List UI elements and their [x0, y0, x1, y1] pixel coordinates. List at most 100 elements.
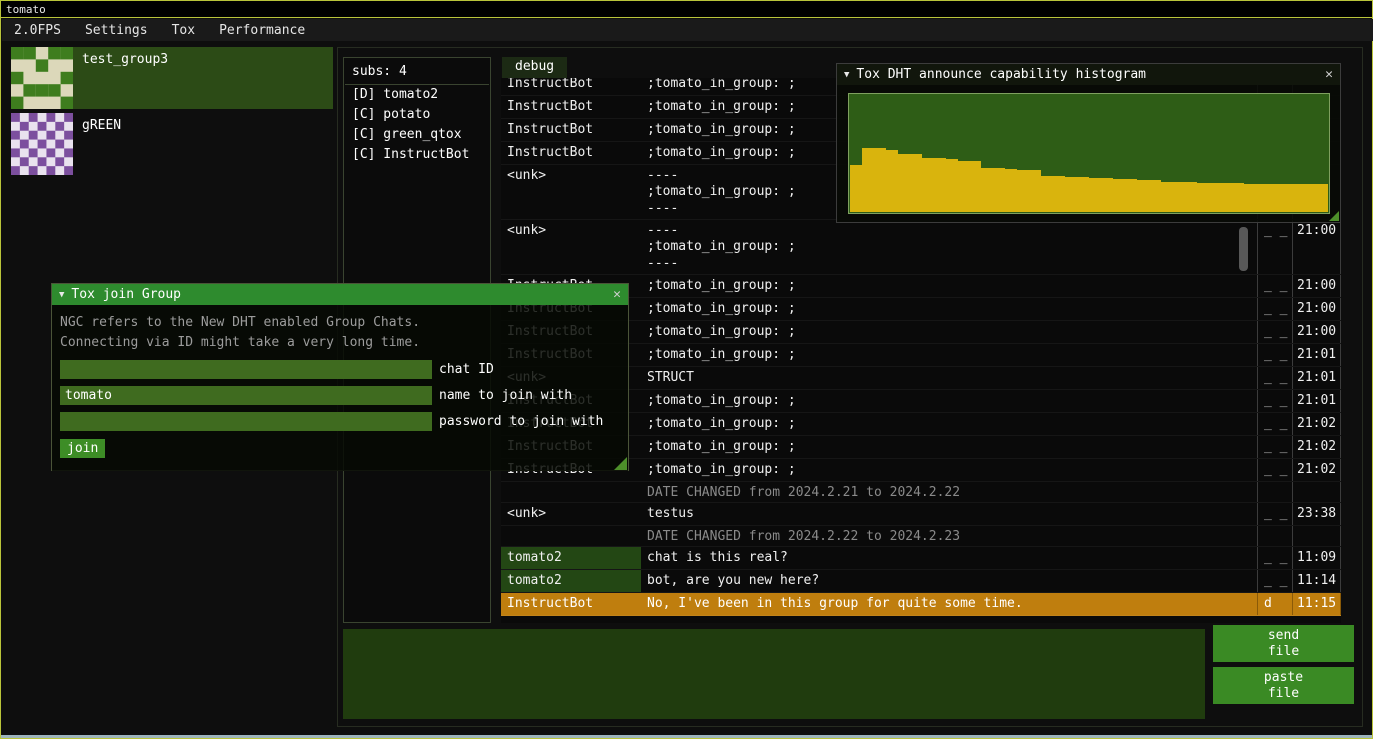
sender-name: InstructBot	[501, 142, 641, 164]
sender-name: <unk>	[501, 165, 641, 219]
message-text: ;tomato_in_group: ;	[641, 275, 1258, 297]
group-item-green[interactable]: gREEN	[11, 113, 333, 175]
resize-grip[interactable]	[614, 457, 627, 470]
sub-item-tomato2[interactable]: [D] tomato2	[344, 85, 490, 105]
message-time: 21:02	[1293, 459, 1341, 481]
histogram-bar	[934, 158, 946, 212]
histogram-bar	[981, 168, 993, 212]
histogram-bar	[1197, 183, 1209, 212]
delivery-status: d	[1258, 593, 1293, 615]
menu-item-settings[interactable]: Settings	[73, 20, 160, 41]
histogram-bar	[1256, 184, 1268, 212]
histogram-bar	[1161, 182, 1173, 212]
chat-scrollbar[interactable]	[1239, 227, 1248, 271]
sub-item-green_qtox[interactable]: [C] green_qtox	[344, 125, 490, 145]
message-text: No, I've been in this group for quite so…	[641, 593, 1258, 615]
histogram-bar	[946, 159, 958, 212]
join-help-text: NGC refers to the New DHT enabled Group …	[60, 313, 628, 333]
histogram-bar	[1173, 182, 1185, 212]
message-row[interactable]: tomato2chat is this real?_ _11:09	[501, 547, 1341, 570]
group-item-test_group3[interactable]: test_group3	[11, 47, 333, 109]
delivery-status: _ _	[1258, 220, 1293, 274]
delivery-status: _ _	[1258, 570, 1293, 592]
histogram-bar	[850, 165, 862, 212]
close-icon[interactable]: ✕	[613, 287, 621, 302]
join-window-titlebar[interactable]: ▼ Tox join Group ✕	[52, 284, 628, 305]
histogram-bar	[1149, 180, 1161, 212]
send-file-button[interactable]: send file	[1213, 625, 1354, 662]
histogram-bar	[1244, 184, 1256, 212]
message-row[interactable]: InstructBotNo, I've been in this group f…	[501, 593, 1341, 616]
menu-item-tox[interactable]: Tox	[160, 20, 207, 41]
sender-name: tomato2	[501, 547, 641, 569]
delivery-status: _ _	[1258, 459, 1293, 481]
join-name-label: name to join with	[439, 388, 572, 403]
message-time: 21:00	[1293, 298, 1341, 320]
message-time: 21:01	[1293, 367, 1341, 389]
delivery-status: _ _	[1258, 413, 1293, 435]
chat-id-input[interactable]	[60, 360, 432, 379]
join-help-text: Connecting via ID might take a very long…	[60, 333, 628, 353]
histogram-window-titlebar[interactable]: ▼ Tox DHT announce capability histogram …	[837, 64, 1340, 85]
group-name: test_group3	[82, 52, 168, 109]
app-window: tomato 2.0FPS Settings Tox Performance t…	[0, 0, 1373, 739]
join-button[interactable]: join	[60, 439, 105, 458]
histogram-bar	[1137, 180, 1149, 212]
histogram-window-body	[837, 85, 1340, 222]
histogram-bar	[1268, 184, 1280, 212]
close-icon[interactable]: ✕	[1325, 67, 1333, 82]
sub-item-potato[interactable]: [C] potato	[344, 105, 490, 125]
message-time: 21:00	[1293, 220, 1341, 274]
date-separator-row[interactable]: DATE CHANGED from 2024.2.22 to 2024.2.23	[501, 526, 1341, 547]
tab-debug[interactable]: debug	[502, 57, 567, 78]
collapse-arrow-icon[interactable]: ▼	[59, 290, 64, 300]
histogram-bar	[1185, 182, 1197, 212]
delivery-status: _ _	[1258, 390, 1293, 412]
paste-file-button[interactable]: paste file	[1213, 667, 1354, 704]
message-text: bot, are you new here?	[641, 570, 1258, 592]
menu-item-performance[interactable]: Performance	[207, 20, 317, 41]
join-name-input[interactable]	[60, 386, 432, 405]
histogram-bar	[1089, 178, 1101, 212]
message-time: 21:01	[1293, 390, 1341, 412]
join-group-window: ▼ Tox join Group ✕ NGC refers to the New…	[51, 283, 629, 471]
histogram-bar	[1101, 178, 1113, 212]
window-titlebar[interactable]: tomato	[1, 1, 1372, 18]
sender-name: InstructBot	[501, 119, 641, 141]
resize-grip[interactable]	[1329, 211, 1339, 221]
join-window-body: NGC refers to the New DHT enabled Group …	[52, 305, 628, 471]
histogram-bar	[1316, 184, 1328, 212]
menu-bar: 2.0FPS Settings Tox Performance	[2, 19, 1373, 41]
message-text: ;tomato_in_group: ;	[641, 413, 1258, 435]
date-changed-text: DATE CHANGED from 2024.2.22 to 2024.2.23	[641, 526, 1258, 546]
join-window-title: Tox join Group	[71, 287, 181, 302]
message-text: STRUCT	[641, 367, 1258, 389]
histogram-bar	[922, 158, 934, 212]
message-time: 21:01	[1293, 344, 1341, 366]
message-input[interactable]	[343, 629, 1205, 719]
join-password-input[interactable]	[60, 412, 432, 431]
message-row[interactable]: tomato2bot, are you new here?_ _11:14	[501, 570, 1341, 593]
delivery-status: _ _	[1258, 275, 1293, 297]
message-text: ---- ;tomato_in_group: ; ----	[641, 220, 1258, 274]
message-row[interactable]: <unk>---- ;tomato_in_group: ; ----_ _21:…	[501, 220, 1341, 275]
group-avatar	[11, 113, 73, 175]
sub-item-instructbot[interactable]: [C] InstructBot	[344, 145, 490, 165]
message-time	[1293, 482, 1341, 502]
message-text: testus	[641, 503, 1258, 525]
delivery-status: _ _	[1258, 436, 1293, 458]
sender-name: InstructBot	[501, 593, 641, 615]
message-time: 21:02	[1293, 413, 1341, 435]
collapse-arrow-icon[interactable]: ▼	[844, 70, 849, 80]
histogram-bar	[1292, 184, 1304, 212]
histogram-bars	[850, 95, 1328, 212]
message-time	[1293, 526, 1341, 546]
sender-name: InstructBot	[501, 96, 641, 118]
histogram-bar	[1113, 179, 1125, 212]
histogram-bar	[993, 168, 1005, 212]
message-time: 21:00	[1293, 275, 1341, 297]
histogram-bar	[1017, 170, 1029, 212]
message-row[interactable]: <unk>testus_ _23:38	[501, 503, 1341, 526]
histogram-bar	[1077, 177, 1089, 212]
date-separator-row[interactable]: DATE CHANGED from 2024.2.21 to 2024.2.22	[501, 482, 1341, 503]
